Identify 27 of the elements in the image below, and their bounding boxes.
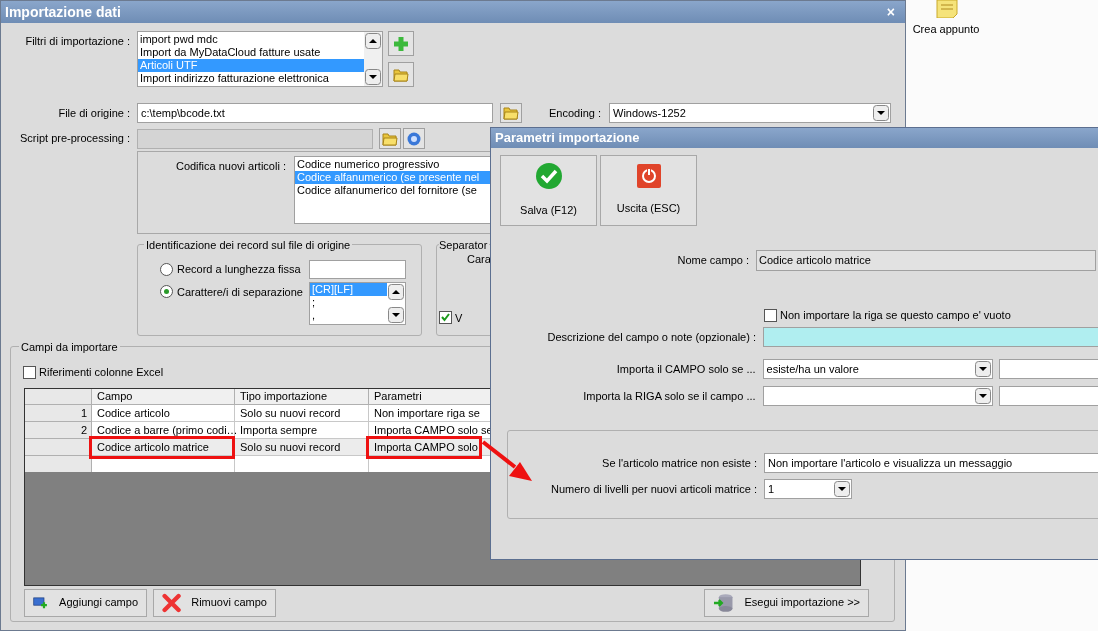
table-cell-text: Codice articolo <box>97 405 170 421</box>
field-label: Encoding : <box>549 105 602 121</box>
field-label: Filtri di importazione : <box>24 34 131 49</box>
field-label: Cara <box>467 252 492 267</box>
table-cell: Importa CAMPO solo <box>374 439 478 455</box>
field-label: Importa il CAMPO solo se ... <box>615 361 757 377</box>
table-cell-text: Non importare riga se <box>374 405 480 421</box>
field-label: Nome campo : <box>676 253 750 269</box>
checkbox-label: V <box>455 310 463 326</box>
table-cell: Codice articolo matrice <box>97 439 209 455</box>
window-title: Parametri importazione <box>495 129 640 148</box>
field-label: Descrizione del campo o note (opzionale) : <box>546 329 757 345</box>
field-label: Importa la RIGA solo se il campo ... <box>582 388 757 404</box>
radio-label: Record a lunghezza fissa <box>177 261 302 277</box>
table-cell-text: Importa sempre <box>240 422 318 438</box>
field-label: Numero di livelli per nuovi articoli matrice : <box>550 481 758 497</box>
field-label: File di origine : <box>57 105 131 121</box>
radio-label: Carattere/i di separazione <box>177 285 304 300</box>
field-label: Se l'articolo matrice non esiste : <box>601 455 758 471</box>
field-label: Codifica nuovi articoli : <box>174 159 287 174</box>
table-cell-text: Solo su nuovi record <box>240 439 341 455</box>
table-cell-text: Codice a barre (primo codi… <box>97 422 238 438</box>
checkbox-label: Non importare la riga se questo campo e' vuoto <box>780 307 1011 323</box>
checkbox-label: Riferimenti colonne Excel <box>39 365 164 380</box>
field-label: Script pre-processing : <box>18 131 131 147</box>
window-title: Importazione dati <box>5 2 121 22</box>
table-cell-text: Solo su nuovi record <box>240 405 341 421</box>
